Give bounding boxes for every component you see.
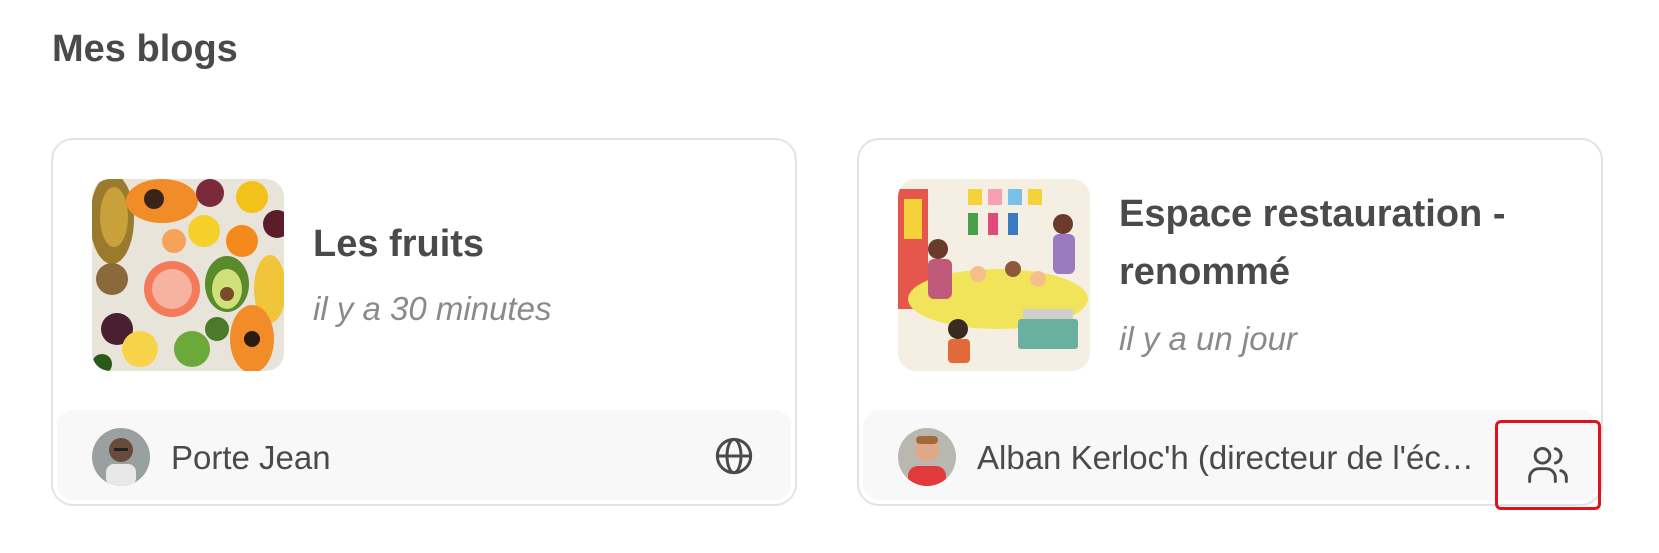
blog-time: il y a un jour — [1119, 320, 1297, 357]
blog-thumbnail — [898, 179, 1090, 371]
blog-title[interactable]: Les fruits — [313, 215, 484, 273]
fruits-image — [92, 179, 284, 371]
page-title: Mes blogs — [52, 28, 238, 70]
globe-icon — [715, 437, 753, 475]
blog-thumbnail — [92, 179, 284, 371]
blog-time: il y a 30 minutes — [313, 290, 552, 327]
blog-card[interactable]: Espace restauration - renommé il y a un … — [857, 138, 1603, 506]
blog-title[interactable]: Espace restauration - renommé — [1119, 185, 1539, 301]
page: Mes blogs Les fruits il y a 30 minutes P… — [0, 0, 1659, 553]
blog-card[interactable]: Les fruits il y a 30 minutes Porte Jean — [51, 138, 797, 506]
users-visibility-button[interactable] — [1495, 420, 1601, 510]
blog-card-footer: Porte Jean — [57, 410, 791, 500]
blog-card-footer: Alban Kerloc'h (directeur de l'éc… — [863, 410, 1597, 500]
blog-author: Porte Jean — [171, 439, 331, 476]
blog-author: Alban Kerloc'h (directeur de l'éc… — [977, 439, 1474, 476]
cafeteria-image — [898, 179, 1090, 371]
avatar — [92, 428, 150, 486]
users-icon — [1528, 447, 1568, 483]
avatar — [898, 428, 956, 486]
